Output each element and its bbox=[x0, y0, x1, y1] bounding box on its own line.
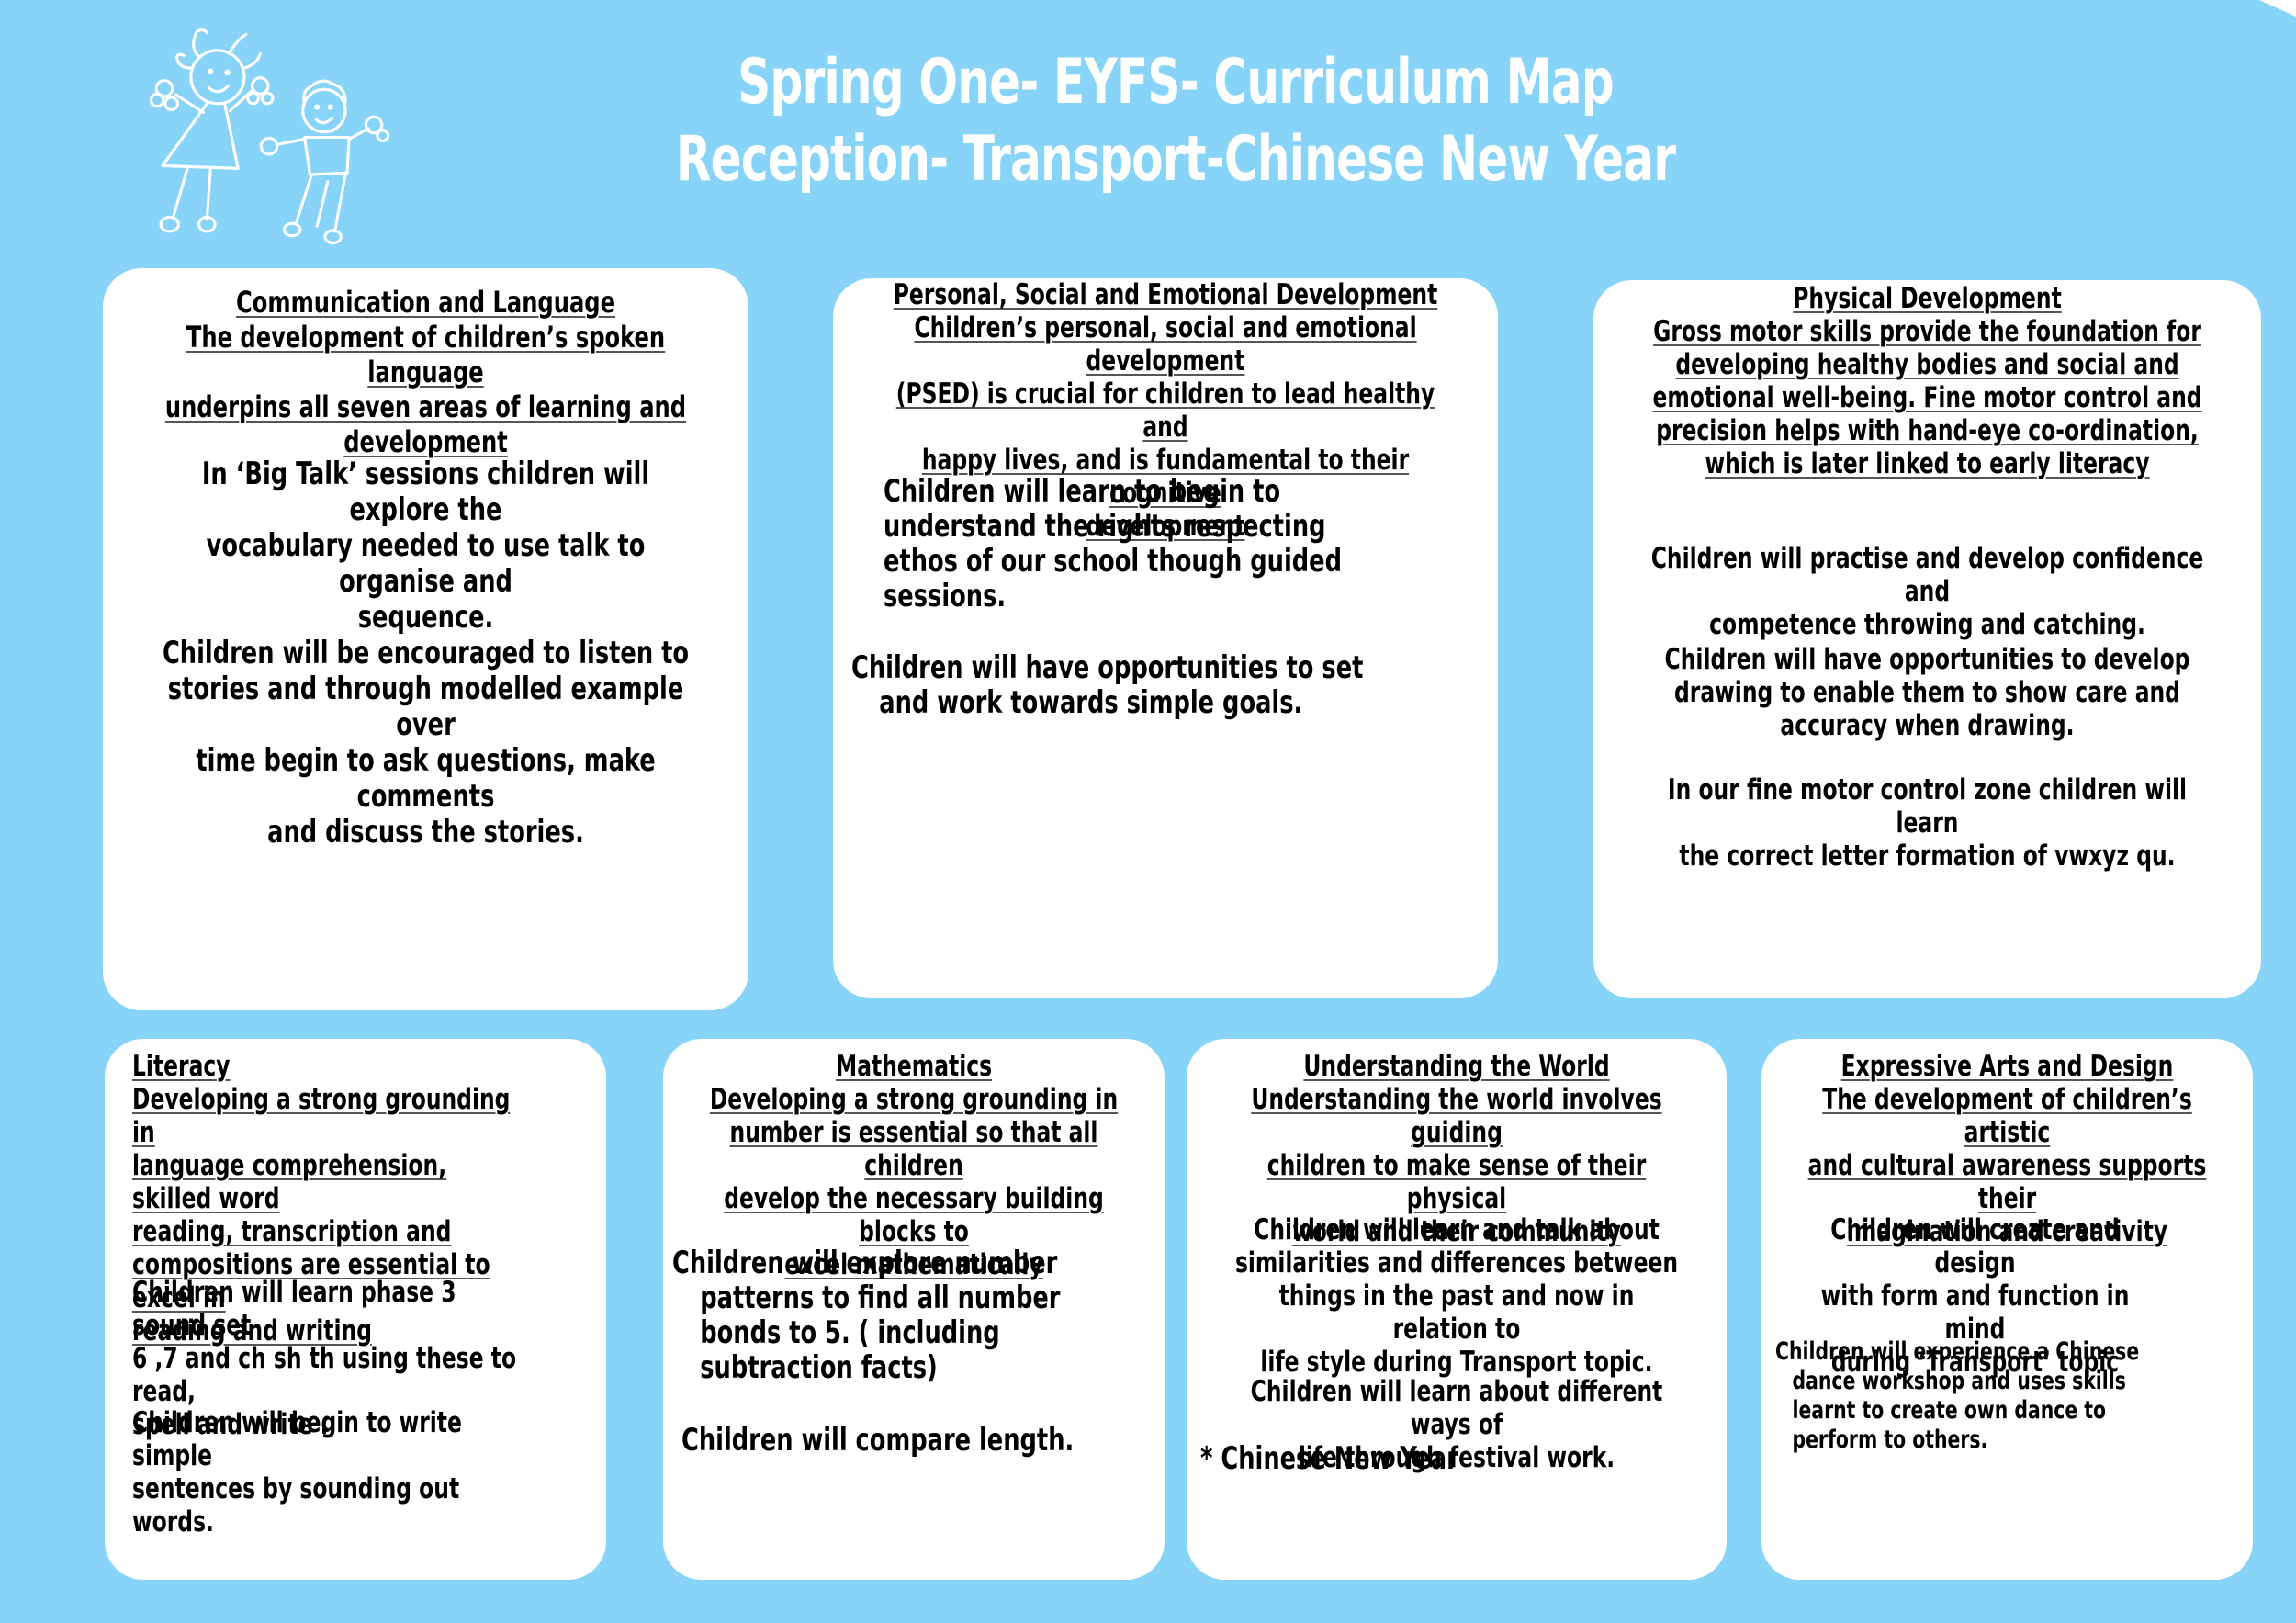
paragraph-line: drawing to enable them to show care and bbox=[1674, 676, 2180, 709]
paragraph-line: ethos of our school though guided bbox=[884, 543, 1342, 580]
card-title: Expressive Arts and Design bbox=[1840, 1050, 2174, 1083]
card-subtitle-line: Developing a strong grounding in bbox=[709, 1083, 1119, 1116]
card-paragraph: In our fine motor control zone children … bbox=[1647, 773, 2208, 873]
paragraph-line: life style during Transport topic. bbox=[1260, 1346, 1653, 1379]
card-title: Personal, Social and Emotional Developme… bbox=[893, 278, 1438, 311]
card-paragraph: Children will experience a Chinese dance… bbox=[1775, 1337, 2139, 1455]
title-line-2: Reception- Transport-Chinese New Year bbox=[675, 123, 1676, 196]
card-communication-language: Communication and Language The developme… bbox=[103, 268, 748, 1010]
card-subtitle-line: developing healthy bodies and social and bbox=[1675, 348, 2179, 381]
paragraph-line: Children will compare length. bbox=[681, 1422, 1075, 1459]
card-physical-development: Physical Development Gross motor skills … bbox=[1593, 280, 2261, 998]
paragraph-line: subtraction facts) bbox=[700, 1349, 938, 1386]
paragraph-line: patterns to find all number bbox=[700, 1279, 1061, 1316]
card-subtitle-line: and cultural awareness supports their bbox=[1807, 1149, 2207, 1215]
card-title: Literacy bbox=[132, 1050, 231, 1083]
card-subtitle-line: Gross motor skills provide the foundatio… bbox=[1653, 315, 2201, 348]
card-paragraph: Children will practise and develop confi… bbox=[1647, 542, 2208, 641]
paragraph-line: dance workshop and uses skills bbox=[1792, 1367, 2126, 1395]
paragraph-line: accuracy when drawing. bbox=[1780, 709, 2075, 742]
paragraph-line: Children will learn to begin to bbox=[884, 473, 1281, 510]
card-heading: Communication and Language The developme… bbox=[154, 285, 697, 459]
card-subtitle-line: children to make sense of their physical bbox=[1266, 1149, 1647, 1215]
card-paragraph: Children will compare length. bbox=[681, 1423, 1074, 1458]
paragraph-line: sentences by sounding out words. bbox=[132, 1472, 460, 1538]
card-understanding-the-world: Understanding the World Understanding th… bbox=[1187, 1039, 1727, 1580]
paragraph-line: Children will learn about different ways… bbox=[1250, 1375, 1663, 1441]
card-subtitle-line: which is later linked to early literacy bbox=[1705, 447, 2150, 480]
paragraph-line: Children will have opportunities to deve… bbox=[1664, 643, 2190, 676]
card-subtitle-line: precision helps with hand-eye co-ordinat… bbox=[1656, 414, 2199, 447]
paragraph-line: In our fine motor control zone children … bbox=[1667, 773, 2188, 840]
paragraph-line: perform to others. bbox=[1792, 1426, 1988, 1454]
card-subtitle-line: emotional well-being. Fine motor control… bbox=[1652, 381, 2202, 414]
card-paragraph: Children will learn and talk about simil… bbox=[1230, 1213, 1683, 1379]
paragraph-line: bonds to 5. ( including bbox=[700, 1314, 1000, 1351]
card-paragraph: In ‘Big Talk’ sessions children will exp… bbox=[163, 456, 690, 636]
paragraph-line: Children will be encouraged to listen to bbox=[162, 635, 690, 671]
card-subtitle-line: development bbox=[343, 424, 508, 459]
paragraph-line: similarities and differences between bbox=[1234, 1246, 1679, 1279]
paragraph-line: 6 ,7 and ch sh th using these to read, bbox=[132, 1342, 517, 1408]
card-paragraph: Children will have opportunities to set … bbox=[851, 650, 1363, 720]
paragraph-line: sequence. bbox=[357, 599, 494, 636]
paragraph-line: and work towards simple goals. bbox=[879, 684, 1303, 721]
paragraph-line: Children will learn phase 3 sound set bbox=[132, 1276, 456, 1342]
card-paragraph: Children will begin to write simple sent… bbox=[132, 1406, 523, 1538]
paragraph-line: stories and through modelled example ove… bbox=[167, 671, 684, 743]
card-subtitle-line: number is essential so that all children bbox=[729, 1116, 1098, 1182]
paragraph-line: Children will create and design bbox=[1830, 1213, 2120, 1279]
card-paragraph: Children will learn to begin to understa… bbox=[884, 474, 1342, 614]
card-heading: Physical Development Gross motor skills … bbox=[1647, 282, 2208, 480]
card-paragraph: Children will have opportunities to deve… bbox=[1647, 643, 2208, 742]
paragraph-line: time begin to ask questions, make commen… bbox=[196, 742, 656, 815]
card-title: Understanding the World bbox=[1303, 1050, 1610, 1083]
paragraph-line: vocabulary needed to use talk to organis… bbox=[206, 527, 646, 600]
paragraph-line: Children will learn and talk about bbox=[1254, 1213, 1660, 1246]
card-title: Mathematics bbox=[835, 1050, 993, 1083]
children-drawing-icon bbox=[149, 28, 390, 245]
paragraph-line: Children will explore number bbox=[672, 1245, 1058, 1281]
paragraph-line: * Chinese New Year bbox=[1200, 1440, 1458, 1477]
card-mathematics: Mathematics Developing a strong groundin… bbox=[663, 1039, 1165, 1580]
card-paragraph: Children will be encouraged to listen to… bbox=[163, 636, 690, 851]
paragraph-line: competence throwing and catching. bbox=[1709, 608, 2145, 641]
page-corner-fold bbox=[2259, 0, 2296, 17]
card-subtitle-line: Developing a strong grounding in bbox=[132, 1083, 511, 1149]
card-title: Communication and Language bbox=[236, 285, 615, 320]
card-paragraph: Children will explore number patterns to… bbox=[672, 1245, 1060, 1385]
card-subtitle-line: underpins all seven areas of learning an… bbox=[164, 389, 687, 424]
card-expressive-arts-design: Expressive Arts and Design The developme… bbox=[1761, 1039, 2253, 1580]
paragraph-line: In ‘Big Talk’ sessions children will exp… bbox=[201, 456, 650, 528]
paragraph-line: Children will practise and develop confi… bbox=[1650, 542, 2204, 608]
paragraph-line: understand the rights respecting bbox=[884, 508, 1326, 545]
paragraph-line: Children will begin to write simple bbox=[132, 1406, 462, 1472]
paragraph-line: the correct letter formation of vwxyz qu… bbox=[1679, 840, 2176, 873]
card-subtitle-line: Understanding the world involves guiding bbox=[1251, 1083, 1662, 1149]
paragraph-line: with form and function in mind bbox=[1820, 1279, 2130, 1346]
paragraph-line: learnt to create own dance to bbox=[1792, 1396, 2107, 1425]
paragraph-line: sessions. bbox=[884, 578, 1007, 614]
paragraph-line: things in the past and now in relation t… bbox=[1278, 1279, 1635, 1346]
card-subtitle-line: The development of children’s spoken lan… bbox=[186, 320, 666, 389]
paragraph-line: Children will have opportunities to set bbox=[851, 649, 1364, 686]
card-subtitle-line: language comprehension, skilled word bbox=[132, 1149, 447, 1215]
card-subtitle-line: Children’s personal, social and emotiona… bbox=[914, 311, 1417, 378]
card-literacy: Literacy Developing a strong grounding i… bbox=[105, 1039, 606, 1580]
card-psed: Personal, Social and Emotional Developme… bbox=[833, 278, 1498, 998]
paragraph-line: and discuss the stories. bbox=[267, 814, 584, 851]
card-subtitle-line: reading, transcription and bbox=[132, 1215, 452, 1248]
bullet-item: * Chinese New Year bbox=[1200, 1441, 1458, 1476]
card-subtitle-line: develop the necessary building blocks to bbox=[724, 1182, 1104, 1248]
card-subtitle-line: The development of children’s artistic bbox=[1822, 1083, 2192, 1149]
card-subtitle-line: (PSED) is crucial for children to lead h… bbox=[895, 378, 1435, 444]
card-title: Physical Development bbox=[1793, 282, 2062, 315]
title-line-1: Spring One- EYFS- Curriculum Map bbox=[737, 46, 1615, 118]
page-title: Spring One- EYFS- Curriculum Map Recepti… bbox=[634, 44, 1718, 198]
paragraph-line: Children will experience a Chinese bbox=[1775, 1337, 2140, 1366]
